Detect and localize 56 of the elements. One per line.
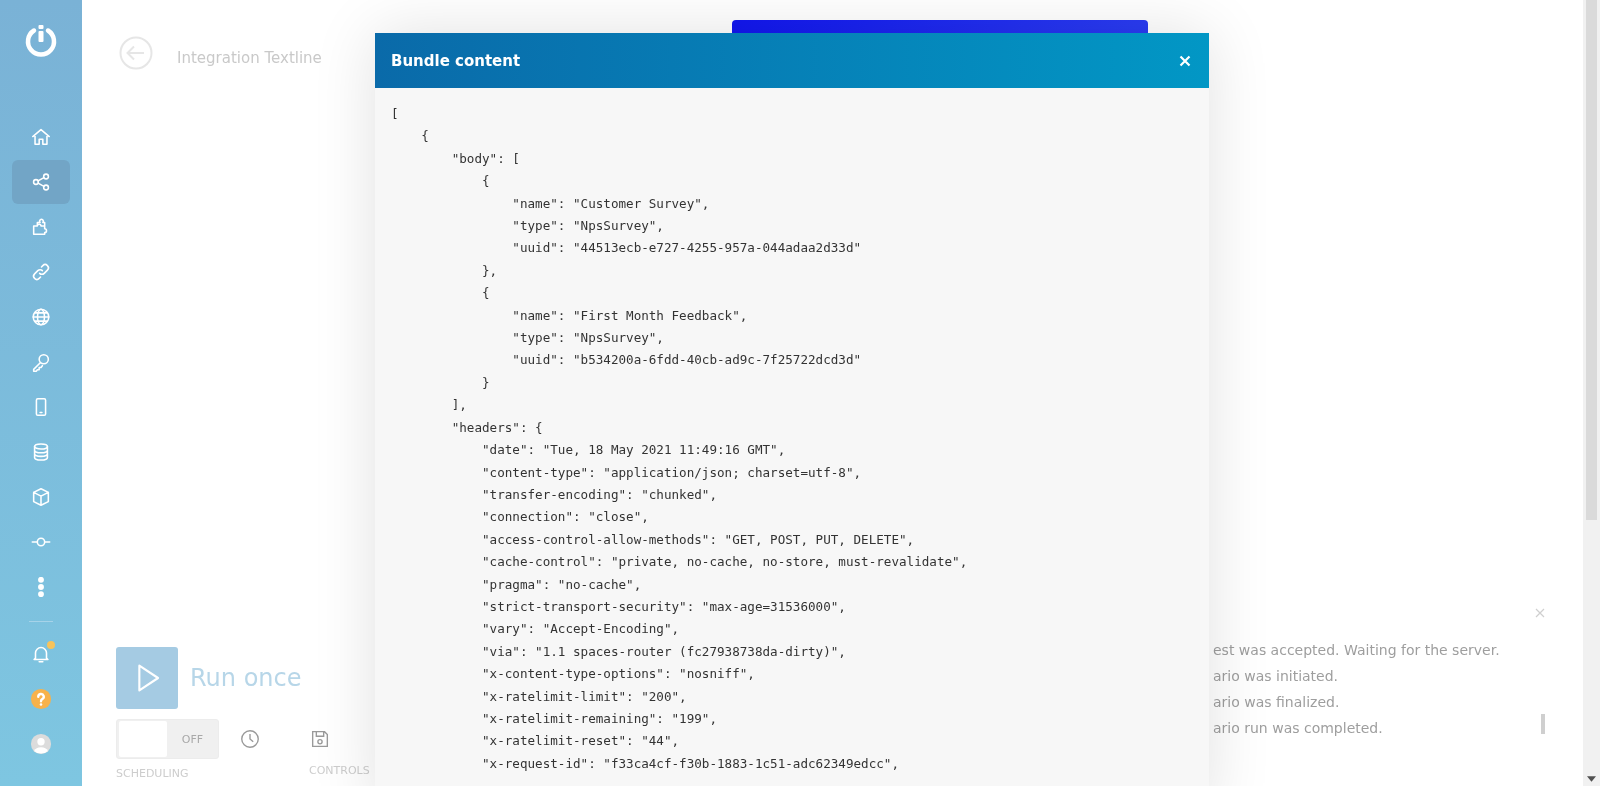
- code-line: ],: [450, 396, 467, 415]
- link-icon: [30, 261, 52, 283]
- globe-icon: [30, 306, 52, 328]
- dialog-title: Bundle content: [391, 51, 521, 70]
- run-once-label: Run once: [190, 664, 302, 692]
- log-message: ario was finalized.: [1213, 693, 1341, 711]
- code-line: "vary": "Accept-Encoding",: [481, 620, 680, 639]
- avatar-icon[interactable]: [30, 733, 52, 755]
- code-line: "content-type": "application/json; charset=utf-8",: [481, 463, 862, 482]
- code-line: "cache-control": "private, no-cache, no-store, must-revalidate",: [481, 553, 968, 572]
- code-line: "via": "1.1 spaces-router (fc27938738da-dirty)",: [481, 642, 846, 661]
- code-line: "date": "Tue, 18 May 2021 11:49:16 GMT",: [481, 441, 786, 460]
- more-icon: [38, 577, 44, 597]
- scrollbar-thumb[interactable]: [1541, 714, 1545, 734]
- code-line: {: [481, 284, 490, 303]
- code-line: "headers": {: [450, 418, 543, 437]
- code-line: {: [420, 127, 429, 146]
- code-line: [: [391, 105, 399, 123]
- share-icon: [30, 171, 52, 193]
- run-button[interactable]: [116, 647, 178, 709]
- help-icon[interactable]: [30, 688, 52, 710]
- cube-icon: [30, 486, 52, 508]
- log-message: ario run was completed.: [1213, 719, 1384, 737]
- scheduling-toggle[interactable]: OFF: [116, 719, 219, 759]
- key-icon: [30, 351, 52, 373]
- code-line: "pragma": "no-cache",: [481, 575, 642, 594]
- scroll-down-icon[interactable]: [1587, 776, 1596, 782]
- code-line: "type": "NpsSurvey",: [511, 329, 664, 348]
- code-line: "strict-transport-security": "max-age=31536000",: [481, 597, 846, 616]
- clock-icon[interactable]: [239, 728, 261, 750]
- save-icon[interactable]: [309, 728, 331, 750]
- code-line: "uuid": "44513ecb-e727-4255-957a-044adaa2d33d": [511, 239, 862, 258]
- code-line: "uuid": "b534200a-6fdd-40cb-ad9c-7f25722dcd3d": [511, 351, 862, 370]
- code-line: "name": "Customer Survey",: [511, 194, 710, 213]
- sidebar-item[interactable]: [12, 160, 70, 204]
- code-line: "body": [: [450, 149, 520, 168]
- log-message: ario was initiated.: [1213, 667, 1340, 685]
- back-icon[interactable]: [119, 36, 153, 70]
- code-line: "x-content-type-options": "nosniff",: [481, 665, 755, 684]
- code-line: }: [481, 373, 490, 392]
- code-line: "x-ratelimit-limit": "200",: [481, 687, 687, 706]
- code-line: "x-ratelimit-remaining": "199",: [481, 709, 718, 728]
- code-line: "connection": "close",: [481, 508, 649, 527]
- code-line: "name": "First Month Feedback",: [511, 306, 748, 325]
- logo-icon[interactable]: [23, 22, 59, 58]
- code-line: },: [481, 261, 498, 280]
- code-line: "x-ratelimit-reset": "44",: [481, 732, 680, 751]
- code-line: {: [481, 172, 490, 191]
- home-icon: [30, 126, 52, 148]
- code-line: "access-control-allow-methods": "GET, POST, PUT, DELETE",: [481, 530, 915, 549]
- close-icon[interactable]: [1535, 608, 1545, 618]
- code-line: "x-request-id": "f33ca4cf-f30b-1883-1c51-adc62349edcc",: [481, 754, 899, 773]
- scrollbar[interactable]: [1583, 0, 1600, 786]
- code-line: "type": "NpsSurvey",: [511, 217, 664, 236]
- code-line: "transfer-encoding": "chunked",: [481, 485, 718, 504]
- log-message: est was accepted. Waiting for the server.: [1213, 641, 1500, 659]
